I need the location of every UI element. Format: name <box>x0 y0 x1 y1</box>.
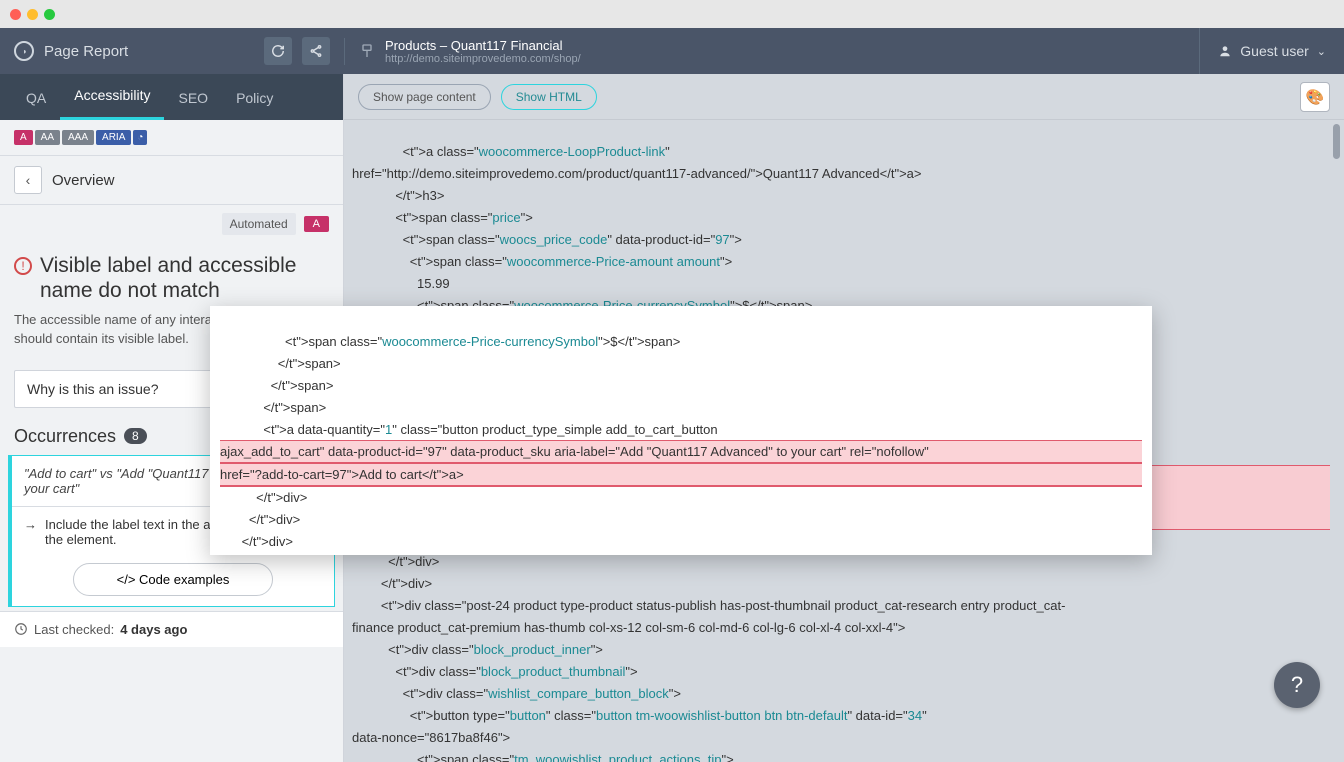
pin-icon <box>359 43 375 59</box>
occurrences-count: 8 <box>124 428 147 444</box>
tab-accessibility[interactable]: Accessibility <box>60 75 164 120</box>
app-title: Page Report <box>44 43 128 60</box>
tab-qa[interactable]: QA <box>12 78 60 120</box>
highlighted-code-popup: <t">span class="woocommerce-Price-curren… <box>210 306 1152 555</box>
chip-automated[interactable]: Automated <box>222 213 296 235</box>
tab-seo[interactable]: SEO <box>164 78 222 120</box>
page-url: http://demo.siteimprovedemo.com/shop/ <box>385 53 581 65</box>
tab-policy[interactable]: Policy <box>222 78 287 120</box>
window-titlebar <box>0 0 1344 28</box>
help-button[interactable]: ? <box>1274 662 1320 708</box>
question-icon: ? <box>1291 672 1303 698</box>
user-label: Guest user <box>1240 43 1308 59</box>
issue-title: Visible label and accessible name do not… <box>40 253 329 303</box>
last-checked-label: Last checked: <box>34 622 114 637</box>
page-info: Products – Quant117 Financial http://dem… <box>385 38 581 65</box>
scrollbar-thumb[interactable] <box>1333 124 1340 159</box>
nav-overview[interactable]: Overview <box>52 172 115 189</box>
last-checked-value: 4 days ago <box>120 622 187 637</box>
badge-aaa[interactable]: AAA <box>62 130 94 145</box>
zoom-dot[interactable] <box>44 9 55 20</box>
close-dot[interactable] <box>10 9 21 20</box>
refresh-button[interactable] <box>264 37 292 65</box>
user-menu[interactable]: Guest user ⌄ <box>1199 28 1344 74</box>
conformance-filter: A AA AAA ARIA ◔ <box>0 120 343 156</box>
badge-a[interactable]: A <box>14 130 33 145</box>
content-toolbar: Show page content Show HTML 🎨 <box>344 74 1344 120</box>
page-title: Products – Quant117 Financial <box>385 38 581 53</box>
badge-aria[interactable]: ARIA <box>96 130 131 145</box>
share-icon <box>309 44 323 58</box>
badge-aa[interactable]: AA <box>35 130 60 145</box>
app-logo: ◑ <box>14 41 34 61</box>
back-nav: ‹ Overview <box>0 156 343 205</box>
warning-icon: ! <box>14 257 32 275</box>
code-examples-button[interactable]: </> Code examples <box>73 563 273 596</box>
share-button[interactable] <box>302 37 330 65</box>
extension-icon[interactable]: 🎨 <box>1300 82 1330 112</box>
chip-level-a[interactable]: A <box>304 216 329 232</box>
tabbar: QA Accessibility SEO Policy <box>0 74 343 120</box>
arrow-right-icon: → <box>24 517 37 532</box>
last-checked: Last checked: 4 days ago <box>0 611 343 647</box>
occurrences-title: Occurrences <box>14 426 116 447</box>
refresh-icon <box>271 44 285 58</box>
show-page-content-button[interactable]: Show page content <box>358 84 491 110</box>
back-button[interactable]: ‹ <box>14 166 42 194</box>
badge-si[interactable]: ◔ <box>133 130 147 145</box>
chevron-down-icon: ⌄ <box>1317 45 1326 58</box>
user-icon <box>1218 44 1232 58</box>
show-html-button[interactable]: Show HTML <box>501 84 597 110</box>
minimize-dot[interactable] <box>27 9 38 20</box>
topbar: ◑ Page Report Products – Quant117 Financ… <box>0 28 1344 74</box>
clock-icon <box>14 622 28 636</box>
